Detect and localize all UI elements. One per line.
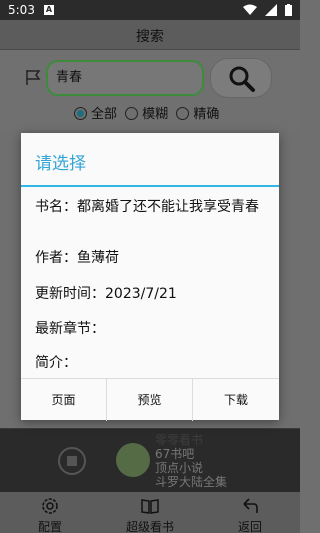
radio-all[interactable]: 全部 bbox=[74, 103, 117, 122]
wifi-icon bbox=[243, 4, 258, 15]
dialog-title: 请选择 bbox=[35, 154, 86, 174]
app-header: 搜索 bbox=[0, 20, 300, 50]
radio-fuzzy[interactable]: 模糊 bbox=[125, 103, 168, 122]
radio-exact[interactable]: 精确 bbox=[176, 103, 219, 122]
status-time: 5:03 bbox=[8, 3, 35, 17]
book-intro: 简介： bbox=[35, 355, 77, 371]
source-list: 零零看书 67书吧 顶点小说 斗罗大陆全集 bbox=[155, 433, 227, 489]
stop-button[interactable] bbox=[58, 447, 86, 475]
dialog-divider bbox=[21, 185, 279, 187]
page-title: 搜索 bbox=[136, 29, 164, 45]
search-button[interactable] bbox=[210, 58, 272, 98]
book-icon bbox=[141, 499, 159, 514]
search-mode-group: 全部 模糊 精确 bbox=[74, 103, 223, 122]
back-icon bbox=[243, 498, 258, 513]
signal-icon bbox=[265, 4, 278, 16]
super-read-button[interactable]: 超级看书 bbox=[115, 496, 185, 533]
status-bar: 5:03 A bbox=[0, 0, 300, 20]
source-item[interactable]: 斗罗大陆全集 bbox=[155, 475, 227, 489]
battery-icon bbox=[285, 4, 292, 16]
bottom-toolbar: 配置 超级看书 返回 bbox=[0, 492, 300, 533]
download-button[interactable]: 下载 bbox=[193, 379, 279, 421]
select-dialog: 请选择 书名：都离婚了还不能让我享受青春 作者：鱼薄荷 更新时间：2023/7/… bbox=[21, 133, 279, 421]
book-name: 书名：都离婚了还不能让我享受青春 bbox=[35, 199, 259, 215]
config-button[interactable]: 配置 bbox=[15, 496, 85, 533]
status-icons bbox=[239, 4, 292, 16]
flag-icon[interactable] bbox=[24, 68, 42, 86]
radio-dot bbox=[74, 107, 87, 120]
preview-button[interactable]: 预览 bbox=[107, 379, 193, 421]
source-item[interactable]: 顶点小说 bbox=[155, 461, 227, 475]
latest-chapter: 最新章节： bbox=[35, 321, 105, 337]
map-icon bbox=[116, 443, 150, 477]
back-button[interactable]: 返回 bbox=[215, 496, 285, 533]
search-icon bbox=[229, 66, 255, 92]
radio-dot bbox=[125, 107, 139, 120]
dialog-button-bar: 页面 预览 下载 bbox=[21, 378, 279, 421]
update-time: 更新时间：2023/7/21 bbox=[35, 286, 177, 302]
source-item[interactable]: 零零看书 bbox=[155, 433, 227, 447]
book-author: 作者：鱼薄荷 bbox=[35, 250, 119, 266]
notification-icon: A bbox=[44, 5, 54, 15]
source-item[interactable]: 67书吧 bbox=[155, 447, 227, 461]
player-bar: 零零看书 67书吧 顶点小说 斗罗大陆全集 bbox=[0, 428, 300, 492]
radio-dot bbox=[176, 107, 190, 120]
search-input[interactable]: 青春 bbox=[46, 60, 204, 96]
gear-icon bbox=[42, 498, 58, 514]
page-button[interactable]: 页面 bbox=[21, 379, 107, 421]
